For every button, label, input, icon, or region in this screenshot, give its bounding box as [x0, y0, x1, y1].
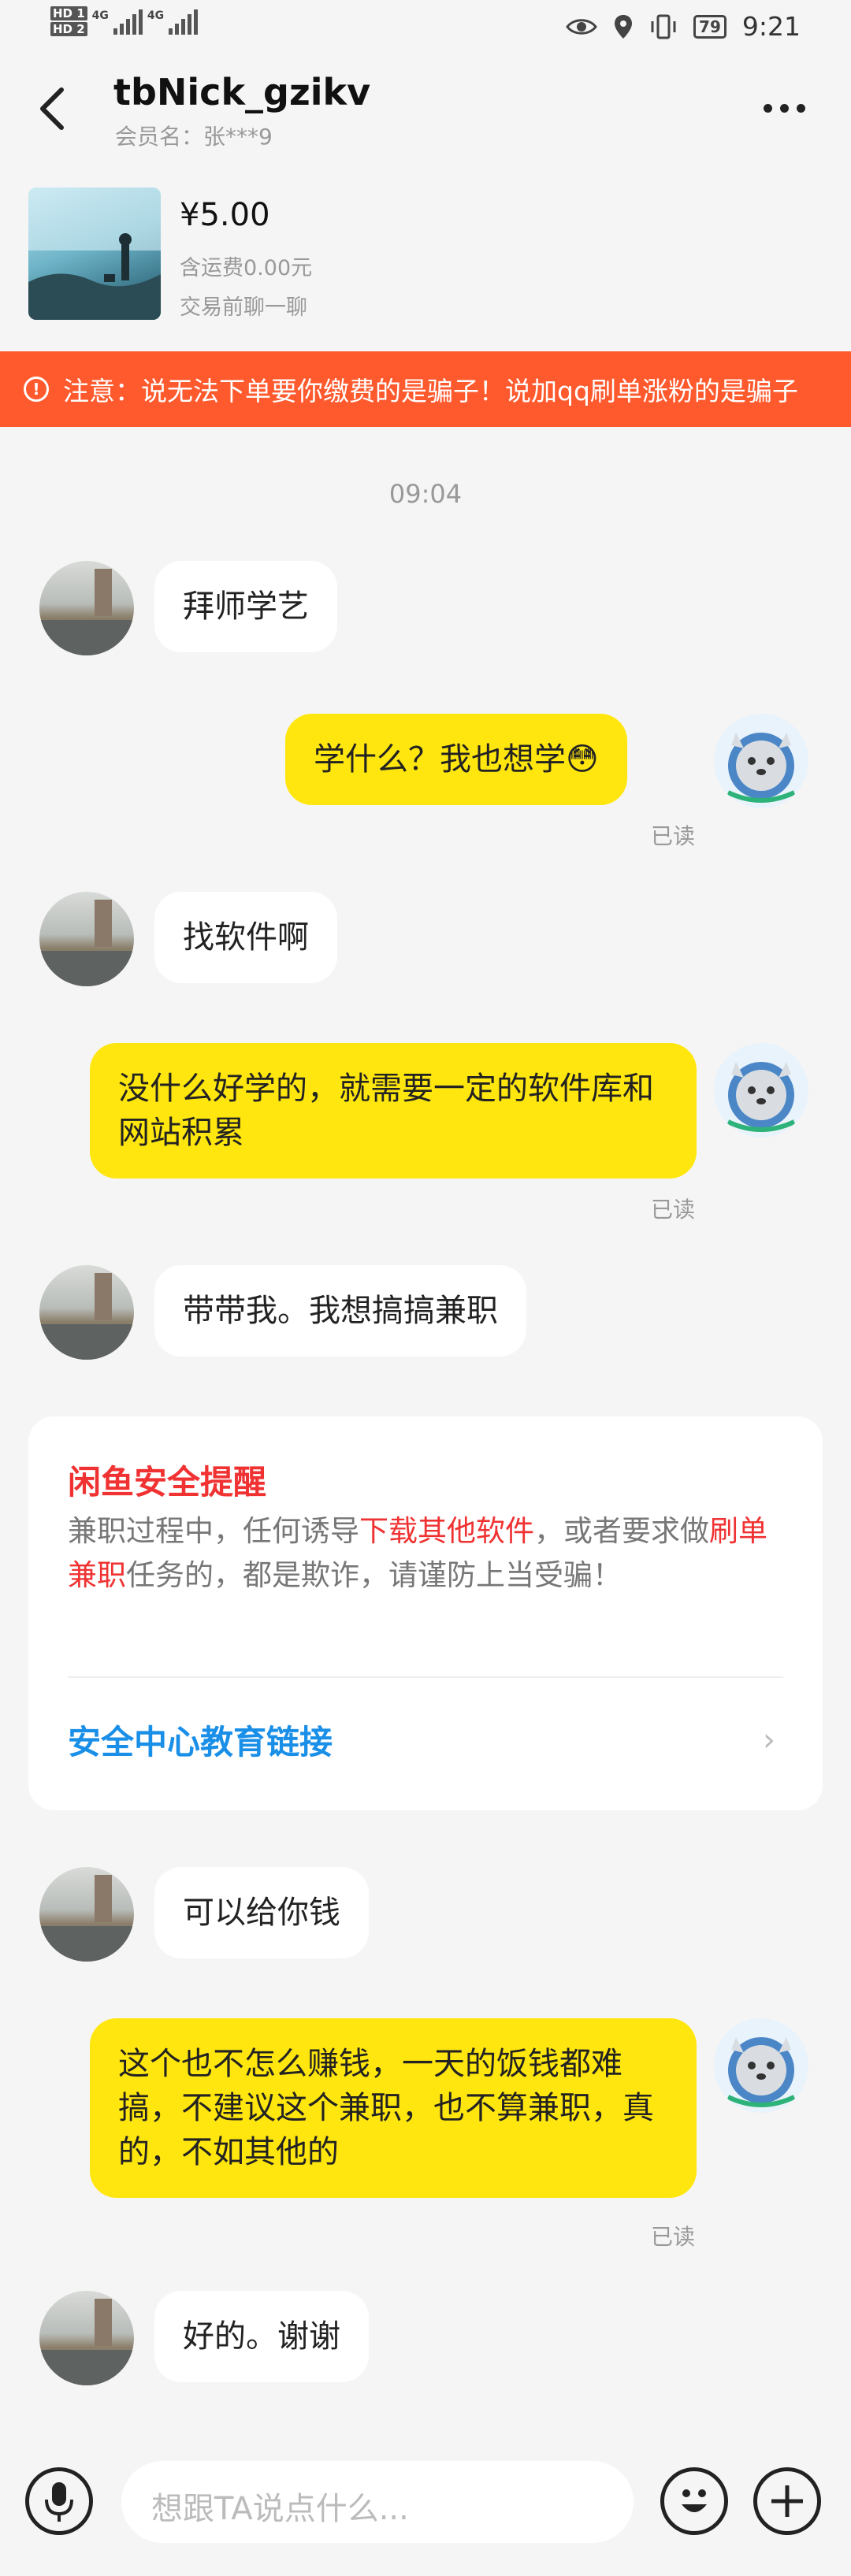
sim1-badge: HD 1: [50, 6, 87, 20]
item-shipping: 含运费0.00元: [180, 256, 313, 280]
message-text: 好的。谢谢: [183, 2318, 340, 2355]
message-bubble[interactable]: 找软件啊: [154, 892, 337, 983]
fraud-notice-banner[interactable]: ! 注意：说无法下单要你缴费的是骗子！说加qq刷单涨粉的是骗子: [0, 351, 851, 427]
avatar[interactable]: [39, 1265, 134, 1360]
safety-body: 兼职过程中，任何诱导下载其他软件，或者要求做刷单兼职任务的，都是欺诈，请谨防上当…: [68, 1509, 783, 1598]
divider: [68, 1676, 783, 1678]
item-summary[interactable]: ¥5.00 含运费0.00元 交易前聊一聊: [0, 180, 851, 353]
safety-text: 兼职过程中，任何诱导: [68, 1514, 359, 1548]
message-bubble[interactable]: 带带我。我想搞搞兼职: [154, 1265, 526, 1357]
safety-highlight: 下载其他软件: [359, 1514, 534, 1548]
message-text: 可以给你钱: [183, 1895, 340, 1931]
signal-icon: [113, 8, 143, 35]
vibrate-icon: [651, 14, 676, 39]
chat-header: tbNick_gzikv 会员名：张***9: [0, 60, 851, 180]
message-bubble[interactable]: 可以给你钱: [154, 1867, 369, 1958]
avatar[interactable]: [714, 1043, 808, 1138]
back-arrow-icon[interactable]: [35, 85, 71, 132]
message-bubble[interactable]: 这个也不怎么赚钱，一天的饭钱都难搞，不建议这个兼职，也不算兼职，真的，不如其他的: [90, 2018, 697, 2198]
member-name: 会员名：张***9: [115, 124, 273, 150]
message-bubble[interactable]: 没什么好学的，就需要一定的软件库和网站积累: [90, 1043, 697, 1179]
read-receipt: 已读: [650, 823, 695, 849]
message-text: 找软件啊: [183, 919, 309, 956]
warning-icon: !: [24, 377, 49, 402]
avatar[interactable]: [714, 714, 808, 808]
network-type-1: 4G: [91, 9, 109, 22]
signal-area: HD 1 HD 2 4G 4G: [50, 6, 199, 36]
message-text: 没什么好学的，就需要一定的软件库和网站积累: [118, 1071, 654, 1151]
avatar[interactable]: [39, 1867, 134, 1962]
avatar[interactable]: [39, 561, 134, 655]
microphone-icon[interactable]: [25, 2467, 93, 2535]
chevron-right-icon[interactable]: ›: [763, 1722, 775, 1758]
contact-name: tbNick_gzikv: [113, 71, 371, 113]
signal-icon: [169, 8, 199, 35]
message-bubble[interactable]: 好的。谢谢: [154, 2291, 369, 2382]
message-text: 这个也不怎么赚钱，一天的饭钱都难搞，不建议这个兼职，也不算兼职，真的，不如其他的: [118, 2046, 654, 2170]
clock: 9:21: [741, 11, 801, 42]
input-bar: 想跟TA说点什么...: [0, 2442, 851, 2576]
message-text: 学什么？我也想学😳: [314, 741, 599, 778]
message-bubble[interactable]: 拜师学艺: [154, 561, 337, 652]
read-receipt: 已读: [650, 1197, 695, 1223]
message-bubble[interactable]: 学什么？我也想学😳: [285, 714, 627, 805]
avatar[interactable]: [39, 892, 134, 986]
safety-center-link[interactable]: 安全中心教育链接: [68, 1716, 333, 1764]
emoji-icon[interactable]: [660, 2467, 728, 2535]
safety-reminder-card: 闲鱼安全提醒 兼职过程中，任何诱导下载其他软件，或者要求做刷单兼职任务的，都是欺…: [28, 1416, 823, 1810]
item-price: ¥5.00: [180, 197, 270, 233]
sim2-badge: HD 2: [50, 22, 87, 36]
location-icon: [615, 14, 633, 39]
battery-icon: 79: [693, 14, 727, 39]
message-text: 拜师学艺: [183, 588, 309, 625]
safety-title: 闲鱼安全提醒: [68, 1463, 267, 1501]
item-thumbnail[interactable]: [28, 187, 161, 320]
input-placeholder: 想跟TA说点什么...: [151, 2491, 409, 2527]
safety-text: ，或者要求做: [534, 1514, 709, 1548]
plus-icon[interactable]: [753, 2467, 821, 2535]
avatar[interactable]: [39, 2291, 134, 2385]
more-icon[interactable]: [764, 104, 805, 113]
message-input[interactable]: 想跟TA说点什么...: [121, 2461, 634, 2543]
battery-level: 79: [699, 17, 721, 36]
item-chat-prompt: 交易前聊一聊: [180, 295, 307, 320]
eye-icon: [566, 18, 597, 35]
status-bar: HD 1 HD 2 4G 4G 79 9:21: [0, 0, 851, 60]
avatar[interactable]: [714, 2018, 808, 2113]
message-text: 带带我。我想搞搞兼职: [183, 1293, 498, 1329]
network-type-2: 4G: [147, 9, 165, 22]
notice-text: 注意：说无法下单要你缴费的是骗子！说加qq刷单涨粉的是骗子: [63, 376, 798, 406]
read-receipt: 已读: [650, 2224, 695, 2250]
safety-text: 任务的，都是欺诈，请谨防上当受骗！: [126, 1558, 622, 1592]
chat-timestamp: 09:04: [388, 479, 463, 509]
